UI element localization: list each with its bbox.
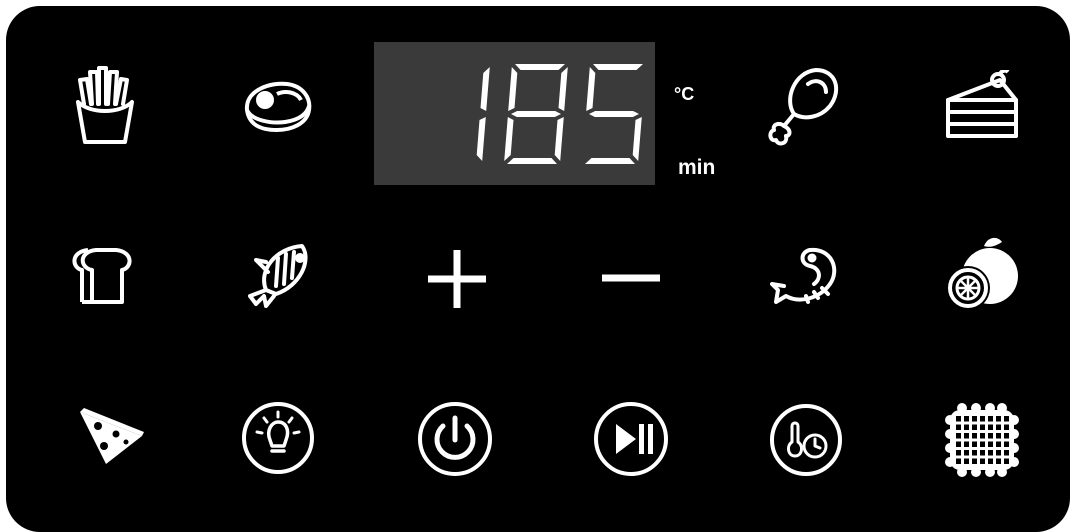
plus-icon — [428, 250, 486, 308]
display-digit — [476, 67, 490, 161]
seven-segment-readout — [476, 64, 643, 164]
minus-icon — [602, 274, 660, 282]
steak-button[interactable] — [241, 76, 315, 136]
steak-icon — [244, 81, 312, 132]
display-digit — [585, 64, 643, 164]
segment-f — [508, 67, 518, 111]
cake-button[interactable] — [940, 70, 1024, 144]
chicken-drumstick-icon — [768, 68, 839, 146]
pizza-icon — [80, 408, 144, 464]
segment-b — [558, 67, 568, 111]
control-panel: 185 °C min — [6, 6, 1070, 532]
fish-button[interactable] — [242, 240, 318, 312]
minutes-unit-label: min — [678, 156, 716, 179]
fries-icon — [76, 66, 134, 144]
cake-icon — [946, 70, 1018, 138]
bread-button[interactable] — [70, 244, 136, 306]
fries-button[interactable] — [70, 66, 140, 146]
segment-b — [480, 67, 490, 111]
decrease-button[interactable] — [600, 268, 662, 288]
chicken-drumstick-button[interactable] — [764, 64, 844, 148]
fruit-icon — [946, 237, 1018, 310]
segment-e — [504, 117, 514, 161]
play-pause-icon — [594, 402, 668, 476]
fish-icon — [248, 244, 308, 308]
power-button[interactable] — [416, 400, 494, 478]
pizza-button[interactable] — [76, 404, 146, 468]
power-icon — [418, 402, 492, 476]
waffle-icon — [945, 403, 1019, 477]
segment-g — [589, 111, 639, 117]
segment-g — [511, 111, 561, 117]
increase-button[interactable] — [426, 248, 488, 310]
segment-d — [585, 158, 635, 164]
segment-a — [515, 64, 565, 70]
segment-d — [507, 158, 557, 164]
display-digit — [504, 64, 568, 164]
shrimp-icon — [770, 247, 837, 304]
light-button[interactable] — [240, 400, 316, 476]
segment-a — [593, 64, 643, 70]
segment-c — [554, 117, 564, 161]
temp-timer-icon — [770, 404, 842, 476]
shrimp-button[interactable] — [770, 244, 842, 310]
light-icon — [242, 402, 314, 474]
temp-timer-button[interactable] — [768, 402, 844, 478]
celsius-unit-label: °C — [674, 84, 695, 104]
bread-icon — [72, 248, 132, 304]
fruit-button[interactable] — [940, 234, 1026, 314]
start-pause-button[interactable] — [592, 400, 670, 478]
segment-f — [586, 67, 596, 111]
digital-display: 185 — [374, 42, 655, 185]
waffle-button[interactable] — [940, 400, 1024, 480]
segment-c — [632, 117, 642, 161]
segment-c — [476, 117, 486, 161]
